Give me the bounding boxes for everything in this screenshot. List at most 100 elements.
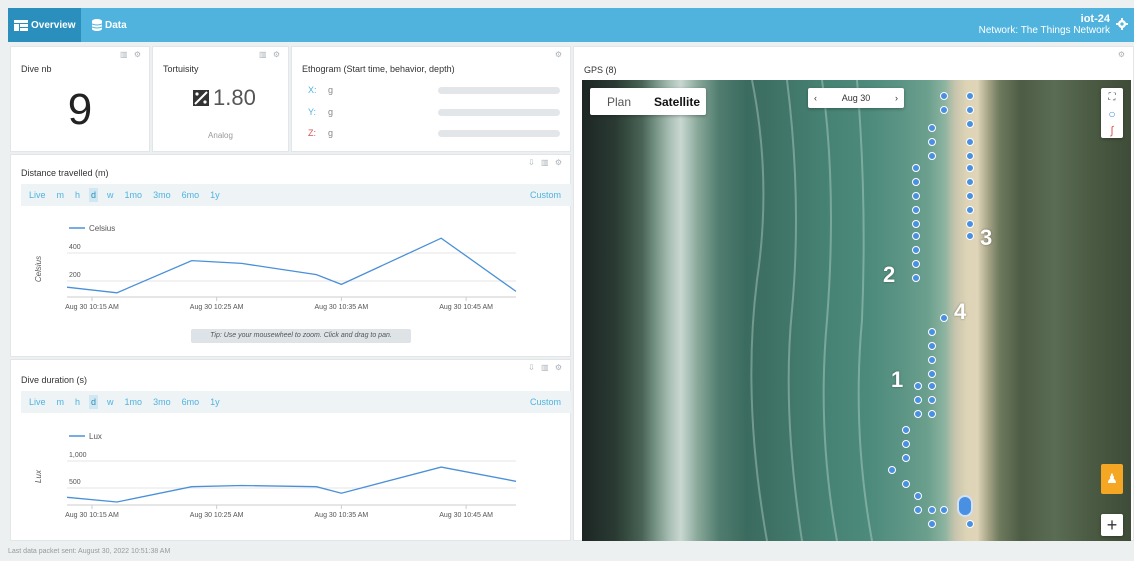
path-tool-icon[interactable]: ∫ [1110,125,1113,137]
gps-point-marker[interactable] [966,106,974,114]
gps-point-marker[interactable] [966,192,974,200]
network-name: Network: The Things Network [978,25,1110,36]
gps-point-marker[interactable] [940,506,948,514]
gps-point-marker[interactable] [912,206,920,214]
gps-point-marker[interactable] [902,454,910,462]
gps-point-marker[interactable] [912,178,920,186]
ethogram-bar-z [438,130,560,137]
dashboard-icon [14,19,28,31]
gps-point-marker[interactable] [914,492,922,500]
gps-point-marker[interactable] [902,480,910,488]
database-icon [92,19,102,31]
y-tick-label: 500 [69,479,81,486]
gps-point-marker[interactable] [928,328,936,336]
satellite-map[interactable]: Plan Satellite ‹ Aug 30 › ⛶ ○ ∫ ♟ + 1 2 … [582,80,1131,541]
ethogram-row-y: Y: g [308,107,333,117]
surf-lines [750,80,873,541]
gps-point-marker[interactable] [928,138,936,146]
chevron-left-icon[interactable]: ‹ [814,93,817,103]
y-axis-label: Lux [34,469,43,483]
gps-point-marker[interactable] [966,120,974,128]
gps-point-marker[interactable] [888,466,896,474]
panel-settings-icon[interactable]: ⚙ [1118,50,1127,59]
top-bar: Overview Data iot-24 Network: The Things… [8,8,1134,42]
satellite-button[interactable]: Satellite [648,88,706,115]
gps-point-marker[interactable] [914,396,922,404]
tab-overview-label: Overview [31,19,76,31]
gps-point-marker[interactable] [966,232,974,240]
gps-point-marker[interactable] [912,274,920,282]
gps-point-marker[interactable] [914,382,922,390]
gps-point-marker[interactable] [928,370,936,378]
fullscreen-icon[interactable]: ⛶ ○ ∫ [1101,88,1123,138]
gps-point-marker[interactable] [966,206,974,214]
gps-point-marker[interactable] [966,92,974,100]
device-info: iot-24 Network: The Things Network [979,13,1110,37]
gps-point-marker[interactable] [912,220,920,228]
axis-unit: g [328,107,334,117]
x-tick-label: Aug 30 10:15 AM [65,304,119,311]
gps-point-marker[interactable] [912,164,920,172]
track-label-4: 4 [954,299,967,324]
gps-point-marker[interactable] [966,152,974,160]
map-type-toggle[interactable]: Plan Satellite [590,88,706,115]
gps-point-marker[interactable] [928,520,936,528]
distance-panel: Distance travelled (m) ⇩ ▥ ⚙ Live m h d w 1mo… [10,154,571,357]
date-label: Aug 30 [841,93,871,103]
circle-tool-icon[interactable]: ○ [1108,107,1115,121]
gps-point-marker[interactable] [928,124,936,132]
gps-point-marker[interactable] [966,220,974,228]
x-tick-label: Aug 30 10:25 AM [190,512,244,519]
gps-point-marker[interactable] [966,138,974,146]
x-tick-label: Aug 30 10:25 AM [190,304,244,311]
legend-label[interactable]: Lux [89,432,102,441]
ethogram-row-z: Z: g [308,128,333,138]
tab-overview[interactable]: Overview [8,8,82,42]
duration-chart[interactable]: Lux Lux 1,000 500 Aug 30 10:15 AM Aug 30 10:2… [11,360,572,542]
zoom-in-button[interactable]: + [1101,514,1123,536]
panel-tools-icon[interactable]: ▥ ⚙ [259,50,282,59]
distance-chart[interactable]: Celsius Celsius 400 200 Aug 30 10:15 AM Aug 3… [11,155,572,355]
axis-unit: g [328,85,334,95]
gps-point-marker[interactable] [966,164,974,172]
tortuosity-display: 1.80 [193,85,256,111]
gps-point-marker[interactable] [912,232,920,240]
gps-point-marker[interactable] [914,506,922,514]
gps-point-marker[interactable] [928,410,936,418]
axis-label: Z: [308,128,316,138]
gps-point-marker[interactable] [912,192,920,200]
gps-point-marker[interactable] [966,520,974,528]
series-line[interactable] [66,237,517,294]
x-tick-label: Aug 30 10:45 AM [439,512,493,519]
gps-point-marker[interactable] [902,440,910,448]
panel-tools-icon[interactable]: ▥ ⚙ [120,50,143,59]
panel-settings-icon[interactable]: ⚙ [555,50,564,59]
x-tick-label: Aug 30 10:15 AM [65,512,119,519]
gps-point-marker[interactable] [940,106,948,114]
tab-data[interactable]: Data [86,8,133,42]
location-pin-icon[interactable] [957,495,973,517]
legend-label[interactable]: Celsius [89,224,115,233]
plan-button[interactable]: Plan [590,88,648,115]
ethogram-title: Ethogram (Start time, behavior, depth) [302,64,455,74]
gps-point-marker[interactable] [912,260,920,268]
gps-point-marker[interactable] [928,152,936,160]
street-view-pegman-icon[interactable]: ♟ [1101,464,1123,494]
gps-point-marker[interactable] [912,246,920,254]
gps-point-marker[interactable] [928,342,936,350]
gps-point-marker[interactable] [928,506,936,514]
series-line[interactable] [66,466,517,503]
gps-point-marker[interactable] [928,382,936,390]
gps-point-marker[interactable] [966,178,974,186]
gps-point-marker[interactable] [928,356,936,364]
device-name: iot-24 [1080,13,1110,25]
gps-point-marker[interactable] [940,314,948,322]
date-selector[interactable]: ‹ Aug 30 › [808,88,904,108]
gps-point-marker[interactable] [940,92,948,100]
gps-point-marker[interactable] [902,426,910,434]
ethogram-bar-x [438,87,560,94]
settings-gear-icon[interactable] [1116,18,1128,30]
gps-point-marker[interactable] [914,410,922,418]
gps-point-marker[interactable] [928,396,936,404]
chevron-right-icon[interactable]: › [895,93,898,103]
